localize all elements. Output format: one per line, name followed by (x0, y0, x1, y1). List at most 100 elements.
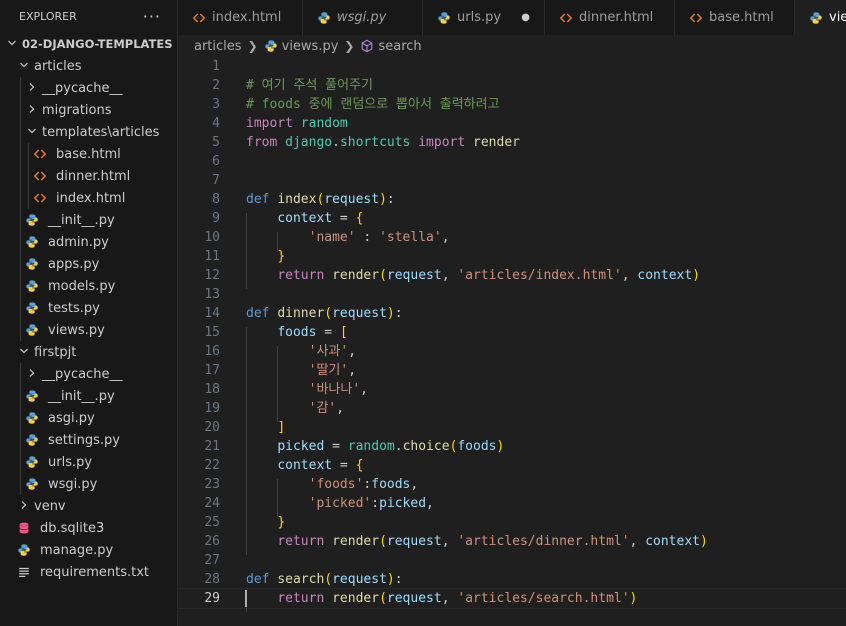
code-token: '감' (308, 401, 337, 416)
line-number: 12 (204, 268, 220, 283)
code-text: '사과', (246, 342, 356, 361)
code-token: 'articles/index.html' (457, 268, 622, 283)
code-token: = (332, 211, 356, 226)
code-token: request (386, 268, 442, 283)
explorer-item-settings-py[interactable]: settings.py (0, 429, 177, 451)
tab-base-html[interactable]: base.html (675, 0, 795, 35)
code-line[interactable]: 16 '사과', (178, 342, 846, 361)
code-text: # 여기 주석 풀어주기 (246, 76, 373, 95)
code-line[interactable]: 5 from django.shortcuts import render (178, 133, 846, 152)
code-token: dinner (277, 306, 325, 321)
code-line[interactable]: 28 def search(request): (178, 570, 846, 589)
code-token: render (332, 591, 380, 606)
explorer-item-templates-articles[interactable]: templates\articles (0, 121, 177, 143)
code-line[interactable]: 10 'name' : 'stella', (178, 228, 846, 247)
breadcrumb-symbol[interactable]: search (378, 39, 421, 54)
code-token: context (277, 458, 333, 473)
explorer-item-migrations[interactable]: migrations (0, 99, 177, 121)
line-number: 28 (204, 572, 220, 587)
code-token: [ (339, 325, 348, 340)
explorer-item-articles[interactable]: articles (0, 55, 177, 77)
code-token: } (277, 249, 286, 264)
code-line[interactable]: 29 return render(request, 'articles/sear… (178, 588, 846, 609)
code-text: return render(request, 'articles/index.h… (246, 266, 700, 285)
breadcrumb-file[interactable]: views.py (282, 39, 339, 54)
code-line[interactable]: 13 (178, 285, 846, 304)
explorer-item-pycache[interactable]: __pycache__ (0, 77, 177, 99)
code-token: foods (277, 325, 317, 340)
code-line[interactable]: 4 import random (178, 114, 846, 133)
explorer-item-init-py[interactable]: __init__.py (0, 209, 177, 231)
code-line[interactable]: 11 } (178, 247, 846, 266)
explorer-item-urls-py[interactable]: urls.py (0, 451, 177, 473)
code-line[interactable]: 27 (178, 551, 846, 570)
code-token: , (621, 268, 638, 283)
explorer-item-db-sqlite3[interactable]: db.sqlite3 (0, 517, 177, 539)
code-line[interactable]: 26 return render(request, 'articles/dinn… (178, 532, 846, 551)
explorer-item-02-django-templates[interactable]: 02-DJANGO-TEMPLATES (0, 33, 177, 55)
explorer-item-manage-py[interactable]: manage.py (0, 539, 177, 561)
explorer-item-firstpjt[interactable]: firstpjt (0, 341, 177, 363)
python-file-icon (24, 411, 40, 425)
explorer-item-label: manage.py (40, 542, 114, 558)
explorer-item-asgi-py[interactable]: asgi.py (0, 407, 177, 429)
code-line[interactable]: 7 (178, 171, 846, 190)
explorer-item-views-py[interactable]: views.py (0, 319, 177, 341)
explorer-item-pycache[interactable]: __pycache__ (0, 363, 177, 385)
chevron-down-icon (16, 346, 32, 359)
code-token: picked (277, 439, 325, 454)
code-line[interactable]: 23 'foods':foods, (178, 475, 846, 494)
more-actions-icon[interactable]: ··· (143, 8, 161, 25)
code-token: ( (324, 306, 333, 321)
explorer-item-index-html[interactable]: index.html (0, 187, 177, 209)
code-token: 'stella' (379, 230, 442, 245)
code-editor[interactable]: 1 2 # 여기 주석 풀어주기 3 # foods 중에 랜덤으로 뽑아서 출력하려고… (178, 57, 846, 626)
explorer-item-admin-py[interactable]: admin.py (0, 231, 177, 253)
explorer-item-requirements-txt[interactable]: requirements.txt (0, 561, 177, 583)
code-token: } (277, 515, 286, 530)
code-line[interactable]: 9 context = { (178, 209, 846, 228)
explorer-sidebar: EXPLORER ··· 02-DJANGO-TEMPLATES articles… (0, 0, 178, 626)
code-line[interactable]: 14 def dinner(request): (178, 304, 846, 323)
code-token: , (360, 382, 368, 397)
code-token: django (285, 135, 333, 150)
code-line[interactable]: 22 context = { (178, 456, 846, 475)
explorer-item-tests-py[interactable]: tests.py (0, 297, 177, 319)
code-line[interactable]: 1 (178, 57, 846, 76)
code-text: return render(request, 'articles/dinner.… (246, 532, 708, 551)
tab-urls-py[interactable]: urls.py ● (423, 0, 545, 35)
tab-wsgi-py[interactable]: wsgi.py (303, 0, 423, 35)
explorer-item-venv[interactable]: venv (0, 495, 177, 517)
tab-dinner-html[interactable]: dinner.html (545, 0, 675, 35)
explorer-item-init-py[interactable]: __init__.py (0, 385, 177, 407)
chevron-down-icon (4, 38, 20, 51)
explorer-item-label: wsgi.py (48, 476, 98, 492)
breadcrumb-folder[interactable]: articles (194, 39, 242, 54)
code-line[interactable]: 20 ] (178, 418, 846, 437)
explorer-item-apps-py[interactable]: apps.py (0, 253, 177, 275)
tab-index-html[interactable]: index.html (178, 0, 303, 35)
code-line[interactable]: 18 '바나나', (178, 380, 846, 399)
python-file-icon (24, 257, 40, 271)
code-line[interactable]: 19 '감', (178, 399, 846, 418)
code-line[interactable]: 12 return render(request, 'articles/inde… (178, 266, 846, 285)
code-line[interactable]: 21 picked = random.choice(foods) (178, 437, 846, 456)
explorer-item-wsgi-py[interactable]: wsgi.py (0, 473, 177, 495)
explorer-item-label: 02-DJANGO-TEMPLATES (22, 37, 173, 51)
code-text: '딸기', (246, 361, 356, 380)
code-line[interactable]: 2 # 여기 주석 풀어주기 (178, 76, 846, 95)
html-file-icon (559, 11, 573, 25)
explorer-item-dinner-html[interactable]: dinner.html (0, 165, 177, 187)
code-line[interactable]: 6 (178, 152, 846, 171)
tab-views-py[interactable]: views.py (795, 0, 846, 35)
code-line[interactable]: 25 } (178, 513, 846, 532)
code-line[interactable]: 24 'picked':picked, (178, 494, 846, 513)
code-line[interactable]: 15 foods = [ (178, 323, 846, 342)
indent-guide (246, 213, 247, 289)
explorer-item-base-html[interactable]: base.html (0, 143, 177, 165)
explorer-item-models-py[interactable]: models.py (0, 275, 177, 297)
code-line[interactable]: 8 def index(request): (178, 190, 846, 209)
unsaved-dot-icon[interactable]: ● (521, 12, 530, 23)
code-line[interactable]: 17 '딸기', (178, 361, 846, 380)
code-line[interactable]: 3 # foods 중에 랜덤으로 뽑아서 출력하려고 (178, 95, 846, 114)
